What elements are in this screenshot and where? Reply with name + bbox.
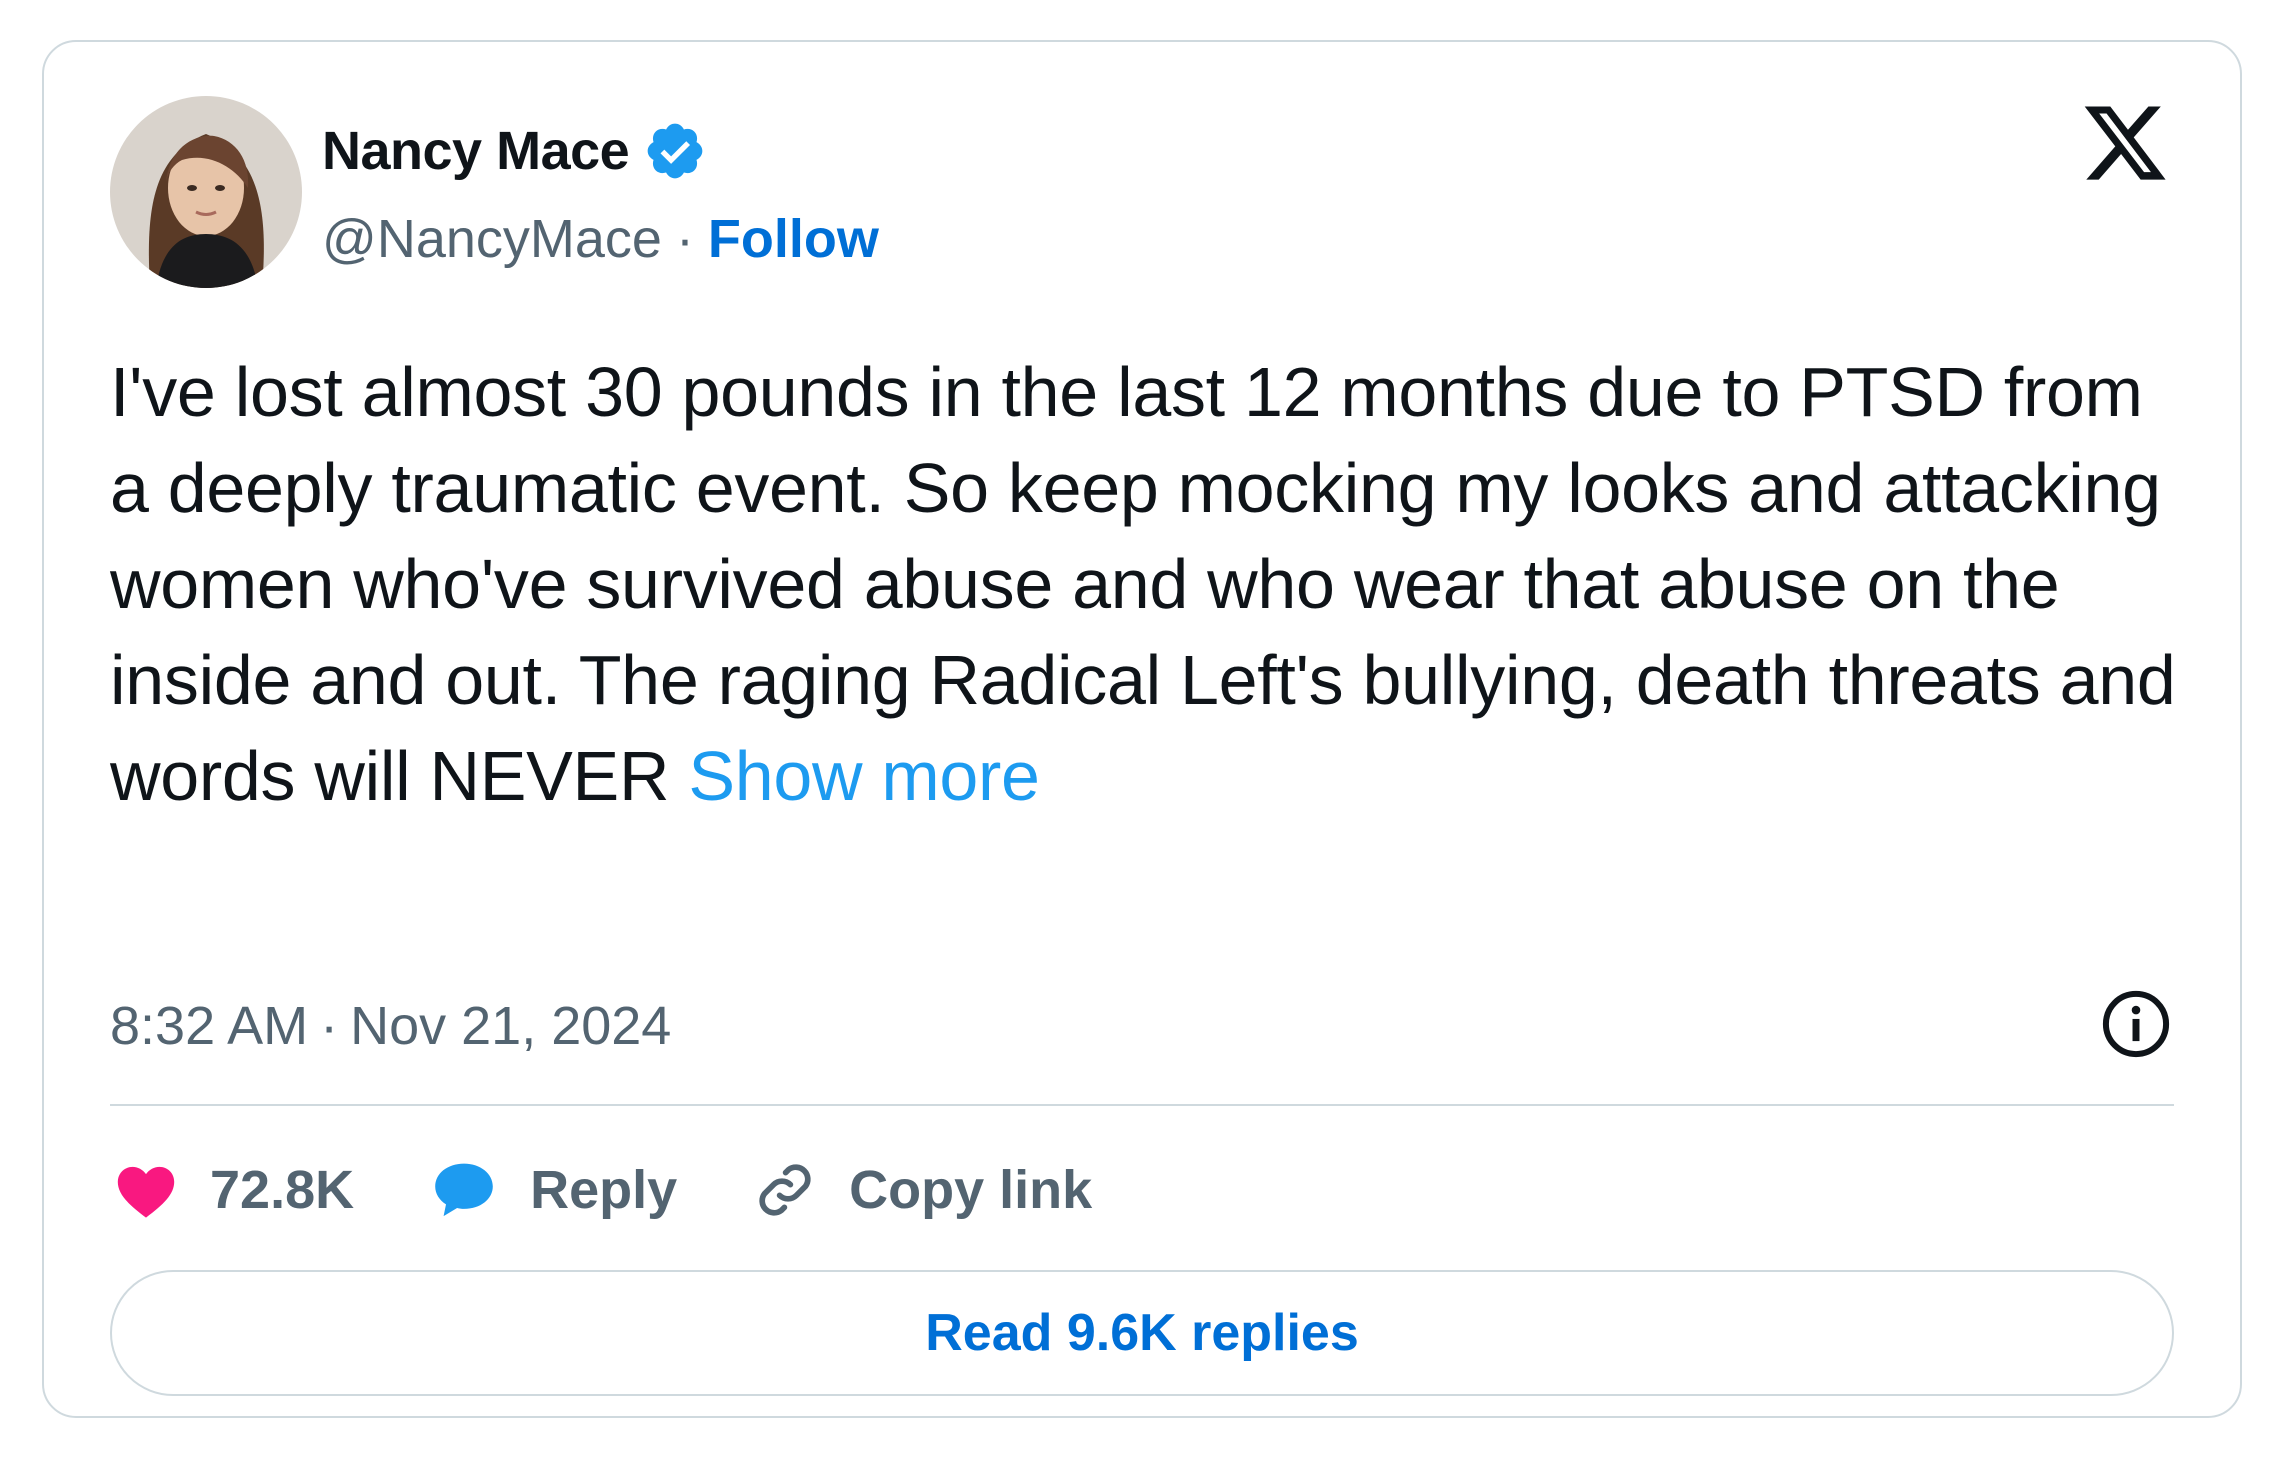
tweet-actions: 72.8K Reply Copy link	[110, 1150, 1092, 1230]
avatar-image	[110, 96, 302, 288]
reply-button[interactable]: Reply	[426, 1154, 677, 1226]
handle-separator: ·	[675, 209, 694, 269]
link-icon	[759, 1164, 811, 1216]
read-replies-button[interactable]: Read 9.6K replies	[110, 1270, 2174, 1396]
tweet-time: 8:32 AM	[110, 996, 309, 1056]
avatar[interactable]	[110, 96, 302, 288]
show-more-link[interactable]: Show more	[688, 737, 1040, 815]
author-handle-row: @NancyMace · Follow	[322, 204, 879, 274]
reply-label: Reply	[530, 1160, 678, 1220]
follow-link[interactable]: Follow	[708, 208, 879, 270]
tweet-date: Nov 21, 2024	[350, 996, 672, 1056]
like-count: 72.8K	[210, 1160, 355, 1220]
like-button[interactable]: 72.8K	[110, 1154, 354, 1226]
heart-icon	[117, 1166, 175, 1218]
author-name-row: Nancy Mace	[322, 114, 707, 188]
author-name[interactable]: Nancy Mace	[322, 120, 630, 182]
tweet-timestamp[interactable]: 8:32 AM · Nov 21, 2024	[110, 986, 671, 1066]
tweet-embed-card: Nancy Mace @NancyMace · Follow I've lost…	[42, 40, 2242, 1418]
info-icon[interactable]	[2098, 986, 2174, 1062]
verified-badge-icon	[647, 123, 703, 179]
copy-link-label: Copy link	[849, 1160, 1093, 1220]
divider	[110, 1104, 2174, 1106]
copy-link-button[interactable]: Copy link	[749, 1154, 1092, 1226]
author-handle[interactable]: @NancyMace	[322, 208, 662, 270]
speech-bubble-icon	[435, 1163, 493, 1217]
tweet-text: I've lost almost 30 pounds in the last 1…	[110, 344, 2190, 824]
tweet-body: I've lost almost 30 pounds in the last 1…	[110, 353, 2176, 815]
date-separator: ·	[320, 996, 339, 1056]
x-logo-icon[interactable]	[2080, 98, 2170, 188]
